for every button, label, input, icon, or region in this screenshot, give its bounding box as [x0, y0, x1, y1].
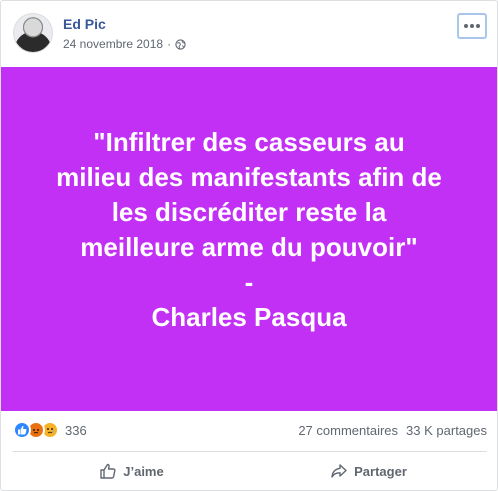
like-label: J’aime	[123, 463, 164, 479]
reaction-count[interactable]: 336	[65, 423, 87, 438]
like-button[interactable]: J’aime	[13, 453, 250, 489]
share-label: Partager	[354, 463, 407, 479]
share-arrow-icon	[331, 464, 347, 478]
comments-count[interactable]: 27 commentaires	[298, 423, 398, 438]
reactions-summary[interactable]: 336	[13, 421, 87, 439]
more-options-button[interactable]	[457, 13, 487, 39]
post-header: Ed Pic 24 novembre 2018 ·	[13, 13, 487, 57]
quote-text: "Infiltrer des casseurs au milieu des ma…	[29, 125, 469, 335]
share-button[interactable]: Partager	[250, 453, 487, 489]
quote-line: "Infiltrer des casseurs au	[93, 127, 405, 157]
shares-count[interactable]: 33 K partages	[406, 423, 487, 438]
thumbs-up-icon	[100, 463, 116, 479]
post-actions: J’aime Partager	[13, 453, 487, 489]
meta-separator: ·	[167, 37, 172, 51]
post-meta: 24 novembre 2018 ·	[63, 37, 186, 51]
engagement-stats: 27 commentaires 33 K partages	[298, 423, 487, 438]
author-name[interactable]: Ed Pic	[63, 16, 106, 32]
quote-line: Charles Pasqua	[151, 302, 347, 332]
more-options-icon	[464, 24, 480, 28]
post-stats: 336 27 commentaires 33 K partages	[13, 419, 487, 441]
quote-panel: "Infiltrer des casseurs au milieu des ma…	[1, 67, 497, 411]
quote-line: les discréditer reste la	[111, 197, 387, 227]
post-date[interactable]: 24 novembre 2018	[63, 37, 163, 51]
actions-divider	[13, 451, 487, 452]
quote-line: -	[244, 267, 254, 297]
post-card: Ed Pic 24 novembre 2018 · "Infiltrer des…	[0, 0, 498, 491]
globe-icon[interactable]	[175, 38, 186, 50]
quote-line: meilleure arme du pouvoir"	[80, 232, 418, 262]
like-reaction-icon	[13, 421, 31, 439]
quote-line: milieu des manifestants afin de	[56, 162, 442, 192]
author-avatar[interactable]	[13, 13, 53, 53]
